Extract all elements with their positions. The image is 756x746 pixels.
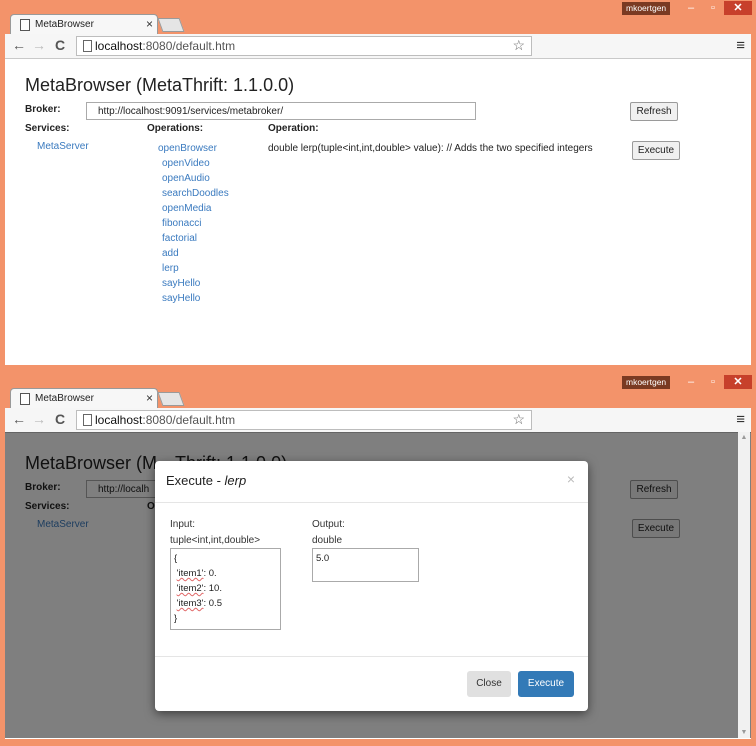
page-title: MetaBrowser (MetaThrift: 1.1.0.0): [25, 75, 295, 95]
operation-link[interactable]: openAudio: [158, 171, 229, 186]
input-textarea[interactable]: { 'item1': 0. 'item2': 10. 'item3': 0.5 …: [170, 548, 281, 630]
page-content: MetaBrowser (MetaThrift: 1.1.0.0) Broker…: [5, 59, 751, 365]
output-label: Output:: [312, 519, 345, 530]
dialog-header: Execute - lerp ×: [155, 461, 588, 503]
minimize-button[interactable]: –: [680, 1, 702, 15]
reload-icon[interactable]: C: [55, 411, 65, 427]
refresh-button[interactable]: Refresh: [630, 102, 678, 121]
dialog-footer: Close Execute: [155, 656, 588, 712]
minimize-button[interactable]: –: [680, 375, 702, 389]
execute-dialog: Execute - lerp × Input: tuple<int,int,do…: [155, 461, 588, 711]
close-window-button[interactable]: ✕: [724, 375, 752, 389]
url-text: localhost:8080/default.htm: [95, 413, 236, 427]
maximize-button[interactable]: ▫: [702, 1, 724, 15]
operation-link[interactable]: sayHello: [158, 291, 229, 306]
address-bar[interactable]: localhost:8080/default.htm ☆: [76, 36, 532, 56]
dialog-execute-button[interactable]: Execute: [518, 671, 574, 697]
dialog-title: Execute - lerp: [166, 473, 247, 488]
back-arrow-icon[interactable]: ←: [12, 37, 26, 53]
close-button[interactable]: Close: [467, 671, 511, 697]
forward-arrow-icon[interactable]: →: [32, 411, 46, 427]
page-icon: [83, 414, 92, 426]
operation-link[interactable]: sayHello: [158, 276, 229, 291]
menu-icon[interactable]: ≡: [736, 37, 745, 54]
input-label: Input:: [170, 519, 196, 530]
close-tab-icon[interactable]: ×: [146, 391, 153, 405]
operation-description: double lerp(tuple<int,int,double> value)…: [268, 143, 593, 154]
service-link-metaserver[interactable]: MetaServer: [37, 141, 89, 152]
url-text: localhost:8080/default.htm: [95, 39, 236, 53]
browser-tab[interactable]: MetaBrowser ×: [10, 14, 158, 35]
address-bar[interactable]: localhost:8080/default.htm ☆: [76, 410, 532, 430]
page-icon: [20, 19, 30, 31]
browser-tab[interactable]: MetaBrowser ×: [10, 388, 158, 409]
close-window-button[interactable]: ✕: [724, 1, 752, 15]
user-badge[interactable]: mkoertgen: [622, 2, 671, 15]
input-type: tuple<int,int,double>: [170, 535, 261, 546]
output-textarea[interactable]: 5.0: [312, 548, 419, 582]
scrollbar[interactable]: ▲ ▼: [738, 432, 750, 738]
operation-link[interactable]: openBrowser: [158, 141, 229, 156]
back-arrow-icon[interactable]: ←: [12, 411, 26, 427]
dialog-close-icon[interactable]: ×: [567, 471, 575, 487]
operation-link[interactable]: searchDoodles: [158, 186, 229, 201]
output-type: double: [312, 535, 343, 546]
forward-arrow-icon[interactable]: →: [32, 37, 46, 53]
browser-toolbar: ← → C localhost:8080/default.htm ☆ ≡: [5, 408, 751, 433]
scroll-down-icon[interactable]: ▼: [738, 729, 750, 736]
scroll-up-icon[interactable]: ▲: [738, 434, 750, 441]
reload-icon[interactable]: C: [55, 37, 65, 53]
operation-label: Operation:: [268, 123, 319, 134]
page-icon: [83, 40, 92, 52]
operation-link[interactable]: fibonacci: [158, 216, 229, 231]
page-icon: [20, 393, 30, 405]
new-tab-button[interactable]: [157, 18, 185, 32]
tab-title: MetaBrowser: [35, 19, 94, 30]
bookmark-star-icon[interactable]: ☆: [512, 37, 525, 54]
user-badge[interactable]: mkoertgen: [622, 376, 671, 389]
services-label: Services:: [25, 123, 70, 134]
menu-icon[interactable]: ≡: [736, 411, 745, 428]
operations-label: Operations:: [147, 123, 204, 134]
maximize-button[interactable]: ▫: [702, 375, 724, 389]
browser-toolbar: ← → C localhost:8080/default.htm ☆ ≡: [5, 34, 751, 59]
broker-url-input[interactable]: http://localhost:9091/services/metabroke…: [86, 102, 476, 120]
tab-title: MetaBrowser: [35, 393, 94, 404]
close-tab-icon[interactable]: ×: [146, 17, 153, 31]
browser-window-top: mkoertgen – ▫ ✕ MetaBrowser × ← → C loca…: [0, 0, 756, 372]
new-tab-button[interactable]: [157, 392, 185, 406]
operation-link[interactable]: lerp: [158, 261, 229, 276]
operation-link[interactable]: factorial: [158, 231, 229, 246]
operation-link[interactable]: add: [158, 246, 229, 261]
operation-link[interactable]: openVideo: [158, 156, 229, 171]
bookmark-star-icon[interactable]: ☆: [512, 411, 525, 428]
operation-link[interactable]: openMedia: [158, 201, 229, 216]
broker-label: Broker:: [25, 104, 61, 115]
operations-list: openBrowser openVideo openAudio searchDo…: [158, 141, 229, 306]
execute-button[interactable]: Execute: [632, 141, 680, 160]
